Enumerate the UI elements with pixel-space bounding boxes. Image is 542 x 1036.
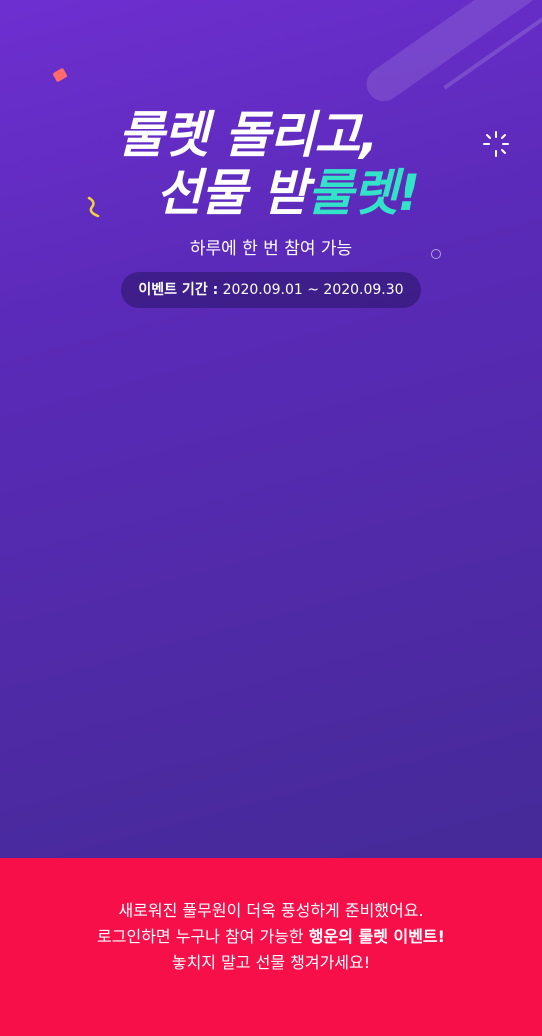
confetti-icon: [52, 67, 68, 83]
title-line-1: 룰렛 돌리고,: [118, 106, 378, 164]
footer-line-2-bold: 행운의 룰렛 이벤트!: [308, 927, 445, 946]
footer-line-2-prefix: 로그인하면 누구나 참여 가능한: [97, 927, 309, 946]
footer-line-1: 새로워진 풀무원이 더욱 풍성하게 준비했어요.: [118, 901, 424, 920]
title-line-2-prefix: 선물 받: [156, 164, 308, 222]
subtitle: 하루에 한 번 참여 가능: [189, 239, 353, 259]
title-line-2: 선물 받룰렛!: [156, 168, 420, 218]
footer-banner: 새로워진 풀무원이 더욱 풍성하게 준비했어요. 로그인하면 누구나 참여 가능…: [0, 858, 542, 1036]
title-line-2-accent: 룰렛!: [307, 164, 420, 222]
footer-line-3: 놓치지 말고 선물 챙겨가세요!: [171, 953, 371, 972]
hero-banner: 룰렛 돌리고, 선물 받룰렛! 하루에 한 번 참여 가능 이벤트 기간 : 2…: [0, 0, 542, 858]
footer-line-2: 로그인하면 누구나 참여 가능한 행운의 룰렛 이벤트!: [0, 924, 542, 950]
sparkle-icon: [483, 131, 509, 157]
event-period-value: 2020.09.01 ~ 2020.09.30: [222, 282, 404, 298]
decorative-streak: [360, 0, 542, 108]
event-period-label: 이벤트 기간 :: [138, 282, 219, 298]
squiggle-icon: [87, 196, 100, 218]
event-period-badge: 이벤트 기간 : 2020.09.01 ~ 2020.09.30: [121, 272, 421, 308]
